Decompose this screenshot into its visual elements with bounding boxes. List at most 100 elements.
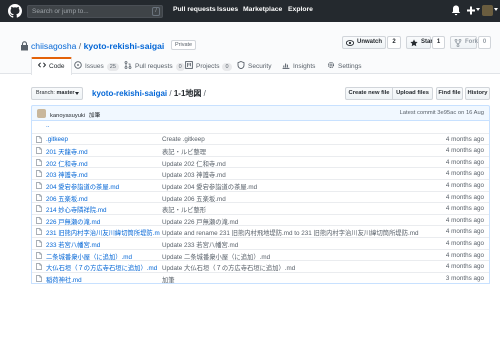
- file-icon: [36, 170, 42, 178]
- nav-explore[interactable]: Explore: [288, 6, 313, 13]
- latest-commit-bar: kanoyasuyuki 加筆 Latest commit 3e95ac on …: [31, 105, 490, 121]
- plus-icon[interactable]: [466, 5, 476, 16]
- gear-icon: [327, 61, 335, 69]
- file-row[interactable]: .gitkeep Create .gitkeep 4 months ago: [32, 132, 489, 145]
- file-icon: [36, 193, 42, 201]
- file-commit-age: 4 months ago: [445, 193, 484, 201]
- nav-marketplace[interactable]: Marketplace: [243, 6, 282, 13]
- file-icon: [36, 274, 42, 282]
- file-commit-age: 4 months ago: [445, 239, 484, 247]
- upload-files-button[interactable]: Upload files: [392, 87, 433, 100]
- history-button[interactable]: History: [465, 87, 490, 100]
- fork-button[interactable]: Fork: [450, 36, 478, 49]
- fork-icon: [454, 39, 462, 47]
- file-row[interactable]: 206 五楽坂.md Update 206 五楽坂.md 4 months ago: [32, 190, 489, 203]
- nav-issues[interactable]: Issues: [217, 6, 238, 13]
- user-avatar[interactable]: [482, 5, 493, 16]
- repo-owner-link[interactable]: chiisagosha: [31, 41, 76, 51]
- tab-insights[interactable]: Insights: [282, 61, 315, 74]
- file-commit-age: 4 months ago: [445, 251, 484, 259]
- commit-author-name[interactable]: kanoyasuyuki: [50, 113, 85, 119]
- branch-name: master: [56, 90, 75, 96]
- repo-name-link[interactable]: kyoto-rekishi-saigai: [84, 41, 165, 51]
- search-input[interactable]: Search or jump to... /: [27, 5, 163, 18]
- graph-icon: [282, 63, 290, 69]
- chevron-down-icon: [75, 92, 79, 95]
- file-icon: [36, 205, 42, 213]
- file-name-link[interactable]: 稲荷神社.md: [46, 275, 160, 284]
- branch-select[interactable]: Branch: master: [31, 87, 83, 100]
- repo-title-separator: /: [78, 41, 82, 51]
- file-row[interactable]: 203 神護寺.md Update 203 神護寺.md 4 months ago: [32, 167, 489, 179]
- tab-issues[interactable]: Issues 25: [74, 61, 119, 74]
- file-commit-age: 4 months ago: [445, 170, 484, 178]
- latest-commit-info[interactable]: Latest commit 3e95ac on 16 Aug: [400, 110, 484, 116]
- file-name-link[interactable]: .gitkeep: [46, 136, 160, 143]
- fork-count[interactable]: 0: [478, 36, 491, 49]
- file-commit-age: 4 months ago: [445, 158, 484, 166]
- github-logo-icon[interactable]: [8, 4, 22, 18]
- file-row[interactable]: 大仏石垣（７の方広寺石垣に追加）.md Update 大仏石垣（７の方広寺石垣に追…: [32, 260, 489, 272]
- file-icon: [36, 182, 42, 189]
- create-new-file-button[interactable]: Create new file: [345, 87, 393, 100]
- file-icon: [36, 158, 42, 166]
- tab-settings-label: Settings: [338, 63, 362, 70]
- file-row[interactable]: 226 戸無瀬の滝.md Update 226 戸無瀬の滝.md 4 months …: [32, 213, 489, 226]
- commit-message[interactable]: 加筆: [89, 113, 101, 119]
- file-row[interactable]: ..: [32, 121, 489, 133]
- file-icon: [36, 251, 42, 259]
- pr-icon: [124, 61, 132, 69]
- repo-title: chiisagosha / kyoto-rekishi-saigai: [31, 41, 164, 51]
- star-label: Star: [421, 39, 433, 45]
- unwatch-button[interactable]: Unwatch: [342, 36, 386, 49]
- file-commit-age: 4 months ago: [445, 147, 484, 155]
- breadcrumb-root-link[interactable]: kyoto-rekishi-saigai: [92, 89, 167, 98]
- issue-icon: [74, 61, 82, 69]
- file-commit-age: 4 months ago: [445, 181, 484, 189]
- file-icon: [36, 147, 42, 155]
- breadcrumb-separator: /: [169, 89, 172, 98]
- file-row[interactable]: 204 愛宕参詣道の茶屋.md Update 204 愛宕参詣道の茶屋.md 4 m…: [32, 178, 489, 191]
- file-row[interactable]: 231 旧熊内村字治川友川緯切筒所堤防.md Update and rename …: [32, 225, 489, 237]
- file-row[interactable]: 214 妙心寺隣祥院.md 表記・ルビ整形 4 months ago: [32, 202, 489, 214]
- watch-count[interactable]: 2: [387, 36, 401, 49]
- file-commit-message[interactable]: Create .gitkeep: [162, 136, 422, 143]
- tab-pull-requests[interactable]: Pull requests 0: [124, 61, 185, 74]
- file-row[interactable]: 201 天龍寺.md 表記・ルビ整理 4 months ago: [32, 144, 489, 156]
- breadcrumb-current-dir: 1-1地図: [173, 89, 202, 98]
- find-file-button[interactable]: Find file: [436, 87, 463, 100]
- file-row[interactable]: 202 仁和寺.md Update 202 仁和寺.md 4 months ago: [32, 155, 489, 168]
- tab-code[interactable]: Code: [38, 61, 65, 74]
- file-commit-age: 4 months ago: [445, 135, 484, 143]
- file-commit-age: 4 months ago: [445, 263, 484, 271]
- pull-requests-count: 0: [175, 63, 185, 71]
- star-button[interactable]: Star: [406, 36, 433, 49]
- file-icon: [36, 216, 42, 224]
- chevron-down-icon: [476, 8, 480, 11]
- search-shortcut-key: /: [152, 7, 160, 16]
- file-icon: [36, 240, 42, 247]
- file-row[interactable]: 二条城番衆小屋（に追加）.md Update 二条城番衆小屋（に追加）.md 4 m…: [32, 248, 489, 261]
- file-row[interactable]: 稲荷神社.md 加筆 3 months ago: [32, 271, 489, 284]
- file-icon: [36, 135, 42, 143]
- nav-pull-requests[interactable]: Pull requests: [173, 6, 216, 13]
- file-commit-age: 4 months ago: [445, 216, 484, 224]
- tab-security[interactable]: Security: [237, 61, 271, 74]
- bell-icon[interactable]: [451, 5, 461, 16]
- parent-directory-link[interactable]: ..: [46, 122, 50, 129]
- code-icon: [38, 62, 46, 68]
- tab-settings[interactable]: Settings: [327, 61, 362, 74]
- star-count[interactable]: 1: [432, 36, 445, 49]
- file-list: .. .gitkeep Create .gitkeep 4 months ago 201…: [31, 121, 490, 285]
- tab-insights-label: Insights: [293, 63, 316, 70]
- star-icon: [410, 39, 418, 47]
- eye-icon: [346, 40, 354, 46]
- commit-author-avatar[interactable]: [37, 109, 46, 118]
- branch-prefix: Branch:: [36, 90, 55, 96]
- file-commit-message[interactable]: 加筆: [162, 275, 422, 284]
- breadcrumb: kyoto-rekishi-saigai / 1-1地図 /: [92, 88, 206, 99]
- tab-projects[interactable]: Projects 0: [185, 61, 232, 74]
- file-row[interactable]: 233 若宮八幡宮.md Update 233 若宮八幡宮.md 4 months …: [32, 236, 489, 249]
- issues-count: 25: [106, 63, 119, 71]
- repo-lock-icon: [21, 41, 28, 51]
